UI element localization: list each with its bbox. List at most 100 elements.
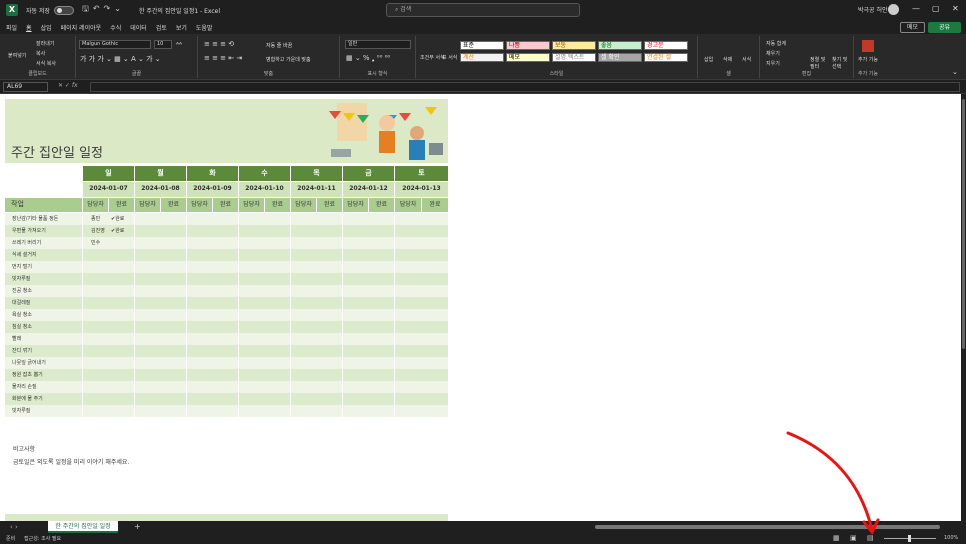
task-name[interactable]: 침실 청소 bbox=[12, 321, 32, 333]
number-format-select[interactable]: 일반 bbox=[345, 40, 411, 49]
task-name[interactable]: 나뭇잎 긁어내기 bbox=[12, 357, 46, 369]
page-break-view-icon[interactable]: ▤ bbox=[867, 534, 874, 542]
avatar[interactable] bbox=[888, 4, 899, 15]
table-row[interactable]: 우편물 가져오기 김진영 ✔완료 bbox=[5, 225, 448, 237]
table-row[interactable]: 장난감/기타 물품 정돈 종민 ✔완료 bbox=[5, 213, 448, 225]
formula-input[interactable] bbox=[90, 82, 960, 92]
task-name[interactable]: 빗자루질 bbox=[12, 405, 30, 417]
day-sat[interactable]: 토 bbox=[395, 166, 448, 181]
font-grow-icon[interactable]: ᴬᴬ bbox=[176, 41, 182, 49]
done-header[interactable]: 완료 bbox=[213, 198, 238, 212]
fill-button[interactable]: 채우기 bbox=[766, 50, 780, 57]
task-owner[interactable]: 민수 bbox=[91, 237, 100, 249]
task-name[interactable]: 물자리 손질 bbox=[12, 381, 37, 393]
style-warning[interactable]: 경고문 bbox=[644, 41, 688, 50]
date-sun[interactable]: 2024-01-07 bbox=[83, 182, 134, 197]
vertical-scroll-thumb[interactable] bbox=[962, 99, 965, 349]
worksheet[interactable]: 주간 집안일 일정 일 월 화 수 목 금 토 2024-01-07 2024-… bbox=[0, 94, 961, 521]
tab-nav-icons[interactable]: ‹ › bbox=[10, 523, 18, 531]
conditional-format-button[interactable]: 조건부 서식 bbox=[420, 54, 445, 61]
share-button[interactable]: 공유 bbox=[928, 22, 961, 33]
menu-review[interactable]: 검토 bbox=[156, 23, 167, 32]
owner-header[interactable]: 담당자 bbox=[83, 198, 108, 212]
format-painter-button[interactable]: 서식 복사 bbox=[36, 60, 56, 67]
vertical-scrollbar[interactable] bbox=[961, 94, 966, 521]
style-check-cell[interactable]: 셀 확인 bbox=[598, 53, 642, 62]
menu-home[interactable]: 홈 bbox=[26, 23, 32, 32]
table-row[interactable]: 대걸레질 bbox=[5, 297, 448, 309]
insert-cells-button[interactable]: 삽입 bbox=[704, 56, 713, 63]
accessibility-status[interactable]: 접근성: 조사 필요 bbox=[24, 535, 61, 542]
task-header[interactable]: 작업 bbox=[5, 198, 82, 212]
date-mon[interactable]: 2024-01-08 bbox=[135, 182, 186, 197]
table-row[interactable]: 쓰레기 버리기 민수 bbox=[5, 237, 448, 249]
wrap-text-button[interactable]: 자동 줄 바꿈 bbox=[266, 42, 292, 49]
find-select-button[interactable]: 찾기 및 선택 bbox=[832, 56, 852, 70]
date-fri[interactable]: 2024-01-12 bbox=[343, 182, 394, 197]
table-row[interactable]: 화분에 물 주기 bbox=[5, 393, 448, 405]
align-top-icons[interactable]: ≡ ≡ ≡ ⟲ bbox=[204, 40, 234, 48]
table-format-button[interactable]: 표 서식 bbox=[442, 54, 457, 61]
date-sat[interactable]: 2024-01-13 bbox=[395, 182, 448, 197]
paste-button[interactable]: 붙여넣기 bbox=[8, 52, 26, 59]
menu-view[interactable]: 보기 bbox=[176, 23, 187, 32]
table-row[interactable]: 빨래 bbox=[5, 333, 448, 345]
task-done[interactable]: ✔완료 bbox=[111, 225, 124, 237]
owner-header[interactable]: 담당자 bbox=[395, 198, 421, 212]
maximize-button[interactable]: ▢ bbox=[932, 4, 940, 13]
task-name[interactable]: 빨래 bbox=[12, 333, 21, 345]
task-name[interactable]: 식세 설거지 bbox=[12, 249, 37, 261]
task-owner[interactable]: 김진영 bbox=[91, 225, 105, 237]
align-left-icons[interactable]: ≡ ≡ ≡ ⇤ ⇥ bbox=[204, 54, 242, 62]
horizontal-scrollbar[interactable] bbox=[595, 525, 940, 529]
table-row[interactable]: 나뭇잎 긁어내기 bbox=[5, 357, 448, 369]
clear-button[interactable]: 지우기 bbox=[766, 60, 780, 67]
owner-header[interactable]: 담당자 bbox=[291, 198, 316, 212]
style-neutral[interactable]: 보통 bbox=[552, 41, 596, 50]
style-explanatory[interactable]: 설명 텍스트 bbox=[552, 53, 596, 62]
task-name[interactable]: 화분에 물 주기 bbox=[12, 393, 43, 405]
owner-header[interactable]: 담당자 bbox=[239, 198, 264, 212]
table-row[interactable]: 식세 설거지 bbox=[5, 249, 448, 261]
user-name[interactable]: 박극공 허안 bbox=[858, 5, 888, 14]
day-thu[interactable]: 목 bbox=[291, 166, 342, 181]
merge-center-button[interactable]: 병합하고 가운데 맞춤 bbox=[266, 56, 311, 63]
autosave-toggle[interactable] bbox=[54, 5, 74, 15]
name-box[interactable]: AL69 bbox=[3, 82, 48, 92]
task-name[interactable]: 잔디 깎기 bbox=[12, 345, 32, 357]
task-name[interactable]: 우편물 가져오기 bbox=[12, 225, 46, 237]
sort-filter-button[interactable]: 정렬 및 필터 bbox=[810, 56, 830, 70]
date-thu[interactable]: 2024-01-11 bbox=[291, 182, 342, 197]
menu-data[interactable]: 데이터 bbox=[130, 23, 147, 32]
owner-header[interactable]: 담당자 bbox=[187, 198, 212, 212]
menu-formulas[interactable]: 수식 bbox=[110, 23, 121, 32]
style-good[interactable]: 좋음 bbox=[598, 41, 642, 50]
task-done[interactable]: ✔완료 bbox=[111, 213, 124, 225]
font-style-icons[interactable]: 가 가 가 ⌄ ▦ ⌄ A ⌄ 가 ⌄ bbox=[80, 54, 161, 64]
done-header[interactable]: 완료 bbox=[109, 198, 134, 212]
close-button[interactable]: ✕ bbox=[952, 4, 959, 13]
format-cells-button[interactable]: 서식 bbox=[742, 56, 751, 63]
done-header[interactable]: 완료 bbox=[422, 198, 448, 212]
table-row[interactable]: 물자리 손질 bbox=[5, 381, 448, 393]
minimize-button[interactable]: — bbox=[912, 4, 920, 13]
task-name[interactable]: 빗자루질 bbox=[12, 273, 30, 285]
task-name[interactable]: 대걸레질 bbox=[12, 297, 30, 309]
add-sheet-button[interactable]: + bbox=[134, 522, 141, 531]
addins-button[interactable]: 추가 기능 bbox=[856, 56, 880, 63]
search-input[interactable]: ⌕ 검색 bbox=[386, 3, 580, 17]
day-wed[interactable]: 수 bbox=[239, 166, 290, 181]
quick-access-icons[interactable]: 🖫↶↷⌄ bbox=[82, 3, 125, 17]
style-linked-cell[interactable]: 연결된 셀 bbox=[644, 53, 688, 62]
done-header[interactable]: 완료 bbox=[265, 198, 290, 212]
notes-text[interactable]: 금토일은 외도록 일정을 미리 이야기 해주세요. bbox=[13, 457, 129, 466]
menu-help[interactable]: 도움말 bbox=[196, 23, 213, 32]
style-bad[interactable]: 나쁨 bbox=[506, 41, 550, 50]
style-calculation[interactable]: 계산 bbox=[460, 53, 504, 62]
date-wed[interactable]: 2024-01-10 bbox=[239, 182, 290, 197]
zoom-thumb[interactable] bbox=[908, 535, 911, 542]
copy-button[interactable]: 복사 bbox=[36, 50, 45, 57]
task-name[interactable]: 욕실 청소 bbox=[12, 309, 32, 321]
table-row[interactable]: 잔디 깎기 bbox=[5, 345, 448, 357]
menu-insert[interactable]: 삽입 bbox=[41, 23, 52, 32]
